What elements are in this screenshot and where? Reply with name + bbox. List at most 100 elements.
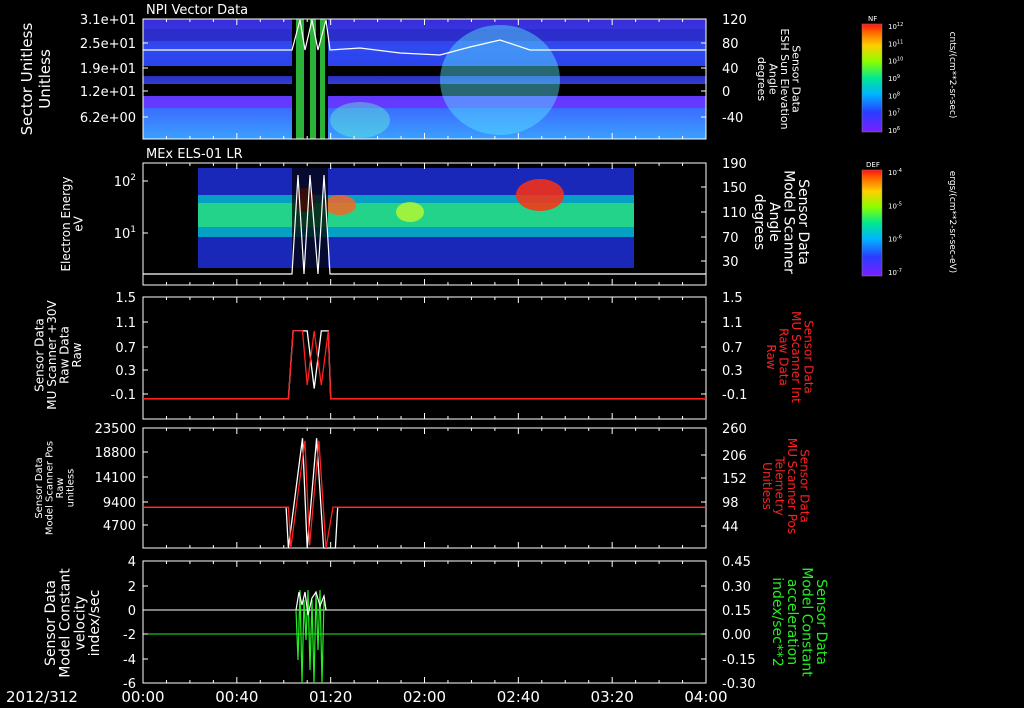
panel-frame [142,296,707,420]
svg-text:Sensor DataESH Sun ElevationAn: Sensor DataESH Sun ElevationAngledegrees [755,28,803,129]
panel-els: MEx ELS-01 LR 102 101 190 150 110 70 30 Elect… [59,147,811,286]
y2-tick-label: 206 [722,449,747,464]
date-label: 2012/312 [6,688,78,706]
x-tick-label: 01:20 [309,688,352,706]
axis-label-line: Sensor Data [34,457,45,518]
y2-tick-label: 0.15 [722,604,751,619]
y-label: Sensor DataMU Scanner +30VRaw DataRaw [32,300,84,410]
x-tick-label: 03:20 [591,688,634,706]
y2-tick-labels: 260 206 152 98 44 [701,422,747,535]
y-tick-label: 1.5 [115,291,136,306]
colorbar-tick-label: 10-7 [888,268,902,277]
series-lines [143,438,706,549]
npi-gap [143,84,706,96]
svg-text:Sector Unitless: Sector Unitless [18,23,36,136]
y2-tick-label: 110 [722,206,747,221]
axis-label-line: degrees [755,57,768,102]
y-tick-label: 18800 [95,446,136,461]
svg-text:Sensor DataModel Scanner PosRa: Sensor DataModel Scanner PosRawunitless [34,441,77,535]
colorbar-units: ergs/(cm**2-sr-sec-eV) [947,171,957,273]
y-label-line-2: Unitless [36,49,54,109]
axis-label-line: degrees [751,194,767,250]
y-tick-label: 4700 [103,519,136,534]
svg-text:Sensor DataMU Scanner IntRaw D: Sensor DataMU Scanner IntRaw DataRaw [764,311,816,403]
y-tick-label: -2 [123,628,136,643]
y2-tick-label: 98 [722,496,739,511]
colorbar-tick-label: 10-4 [888,168,902,177]
axis-label-line: Model Scanner [780,170,796,274]
y-tick-label: -4 [123,653,136,668]
y-tick-label: 1.9e+01 [80,62,136,77]
y2-tick-label: 0.30 [722,580,751,595]
colorbar-tick-label: 1012 [888,22,903,31]
y2-tick-label: 1.1 [722,316,743,331]
y2-tick-label: 0.7 [722,341,743,356]
colorbar-label: DEF [866,161,880,169]
y2-tick-label: 0.00 [722,628,751,643]
y-tick-label: 23500 [95,422,136,437]
axis-label-line: Raw [764,344,778,369]
axis-label-line: Raw [70,342,84,367]
y-label: Electron EnergyeV [59,176,86,271]
y2-tick-label: 0.45 [722,555,751,570]
y2-tick-label: 260 [722,422,747,437]
svg-text:Sensor DataModel Constantveloc: Sensor DataModel Constantvelocityindex/s… [43,568,103,678]
series-lines [143,330,706,400]
axis-label-line: Sensor Data [795,179,811,265]
panel-velocity: 420-2-4-6 0.450.300.150.00-0.15-0.30 Sen… [43,555,829,692]
axis-label-line: Angle [766,202,782,242]
y-tick-label: -0.1 [111,388,136,403]
y2-tick-label: 0.3 [722,364,743,379]
colorbar-ticks: 1012 1011 1010 109 108 107 106 [888,22,903,135]
axis-label-line: eV [72,215,86,231]
colorbar-tick-label: 1010 [888,57,903,66]
y-tick-label: 2.5e+01 [80,37,136,52]
panel-title: MEx ELS-01 LR [146,147,243,162]
y2-tick-label: 190 [722,157,747,172]
x-tick-label: 00:00 [121,688,164,706]
colorbar-ticks: 10-4 10-5 10-6 10-7 [888,168,902,277]
colorbar-tick-label: 106 [888,126,900,135]
svg-text:Sensor DataMU Scanner +30VRaw: Sensor DataMU Scanner +30VRaw DataRaw [32,300,84,410]
y-tick-labels: 420-2-4-6 [123,555,148,692]
axis-label-line: Sensor Data [813,579,829,665]
y-tick-label: 1.2e+01 [80,85,136,100]
y-tick-label: 0 [128,604,136,619]
y2-label: Sensor DataMU Scanner PosTelemetryUnitle… [760,438,812,534]
axis-label-line: unitless [65,469,76,508]
npi-enhancement [440,25,560,135]
y-tick-labels: 1.5 1.1 0.7 0.3 -0.1 [111,291,148,403]
y2-tick-label: 70 [722,231,739,246]
colorbar-label: NF [868,15,877,23]
axis-label-line: acceleration [784,579,800,665]
axis-label-line: Raw [55,477,66,498]
panel-frame [142,560,707,684]
x-tick-label: 00:40 [215,688,258,706]
y2-tick-label: 1.5 [722,291,743,306]
axis-label-line: Model Constant [58,568,74,678]
y-tick-label: 102 [114,173,136,190]
svg-text:Sensor DataModel Constantaccel: Sensor DataModel Constantaccelerationind… [769,567,829,677]
y-tick-labels: 23500 18800 14100 9400 4700 [95,422,148,534]
panel-scanner-30v: 1.5 1.1 0.7 0.3 -0.1 1.5 1.1 0.7 0.3 -0.1 Sensor… [32,291,816,420]
axis-label-line: velocity [72,596,88,651]
multi-panel-plot: NPI Vector Data 3.1e+01 2.5e+01 1.9e+01 1.2… [6,3,957,706]
y-tick-label: 3.1e+01 [80,13,136,28]
panel-frame [142,427,707,549]
colorbar-tick-label: 109 [888,74,900,83]
els-hot-region [516,179,564,211]
y2-tick-labels: 0.450.300.150.00-0.15-0.30 [701,555,756,692]
y-tick-label: 9400 [103,496,136,511]
svg-text:Sensor DataModel ScannerAngled: Sensor DataModel ScannerAngledegrees [751,170,811,274]
x-tick-label: 02:40 [497,688,540,706]
axis-label-line: Model Constant [798,567,814,677]
colorbar-tick-label: 10-6 [888,235,902,244]
y-tick-label: 1.1 [115,316,136,331]
y2-tick-label: -0.1 [722,388,747,403]
y2-tick-label: 152 [722,472,747,487]
axis-label-line: Sensor Data [43,580,59,666]
y2-tick-label: 0 [722,85,730,100]
y-tick-label: 2 [128,580,136,595]
y-label: Sensor DataModel Scanner PosRawunitless [34,441,77,535]
y-tick-label: 4 [128,555,136,570]
